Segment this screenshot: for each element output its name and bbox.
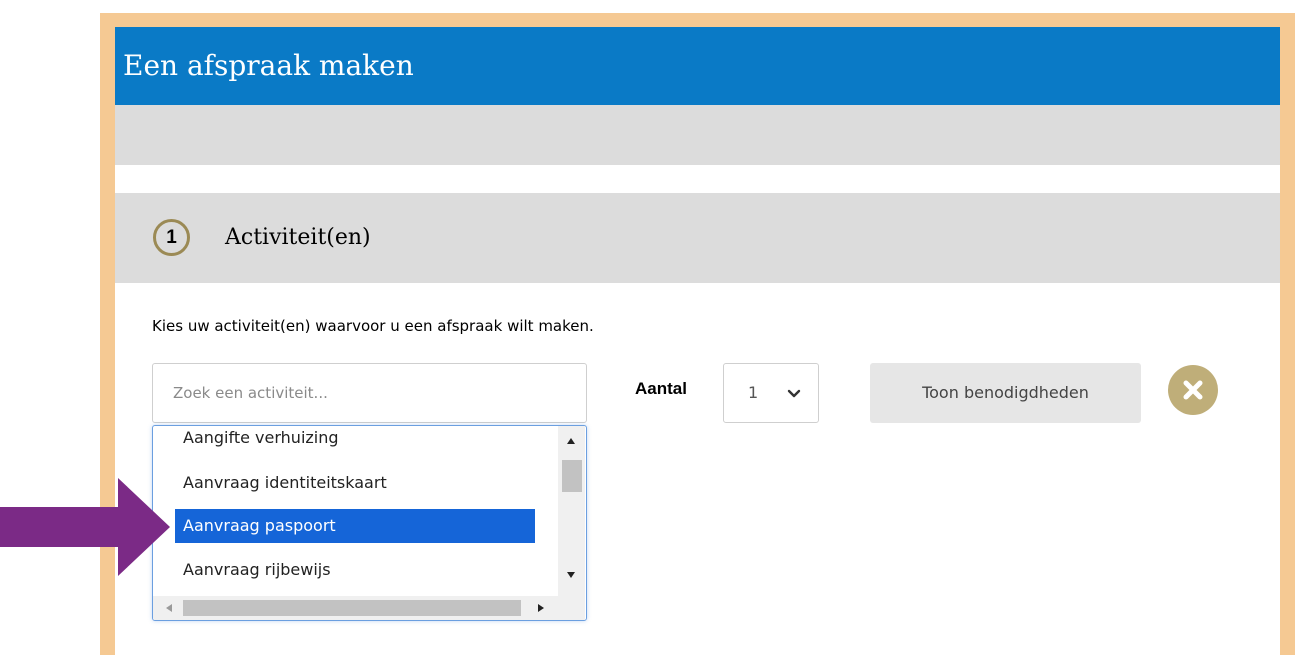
list-item-aangifte-verhuizing[interactable]: Aangifte verhuizing [175, 426, 535, 455]
aantal-label: Aantal [635, 379, 687, 398]
step-header: 1 Activiteit(en) [115, 193, 1280, 283]
vertical-scroll-thumb[interactable] [562, 460, 582, 492]
pointer-arrow-icon [0, 478, 170, 576]
list-item-aanvraag-rijbewijs[interactable]: Aanvraag rijbewijs [175, 553, 535, 587]
instruction-text: Kies uw activiteit(en) waarvoor u een af… [152, 317, 594, 335]
page-title: Een afspraak maken [115, 27, 1280, 105]
list-item-aanvraag-paspoort[interactable]: Aanvraag paspoort [175, 509, 535, 543]
list-item-aanvraag-identiteitskaart[interactable]: Aanvraag identiteitskaart [175, 466, 535, 500]
remove-activity-button[interactable] [1168, 365, 1218, 415]
scroll-right-icon[interactable] [537, 603, 545, 613]
scroll-up-icon[interactable] [566, 437, 576, 445]
appointment-panel: Een afspraak maken 1 Activiteit(en) Kies… [115, 27, 1280, 655]
horizontal-scroll-thumb[interactable] [183, 600, 521, 616]
activity-listbox[interactable]: Aangifte verhuizing Aanvraag identiteits… [152, 425, 587, 621]
scroll-left-icon[interactable] [165, 603, 173, 613]
aantal-select[interactable]: 1 [723, 363, 819, 423]
close-icon [1183, 380, 1203, 400]
horizontal-scrollbar[interactable] [153, 596, 585, 620]
scroll-down-icon[interactable] [566, 571, 576, 579]
activity-search-input[interactable] [152, 363, 587, 423]
step-number-badge: 1 [153, 219, 190, 256]
chevron-down-icon [787, 389, 801, 398]
sub-header-band [115, 105, 1280, 165]
toon-benodigdheden-button[interactable]: Toon benodigdheden [870, 363, 1141, 423]
vertical-scrollbar[interactable] [558, 426, 585, 596]
aantal-value: 1 [748, 383, 759, 402]
step-title: Activiteit(en) [225, 225, 371, 250]
